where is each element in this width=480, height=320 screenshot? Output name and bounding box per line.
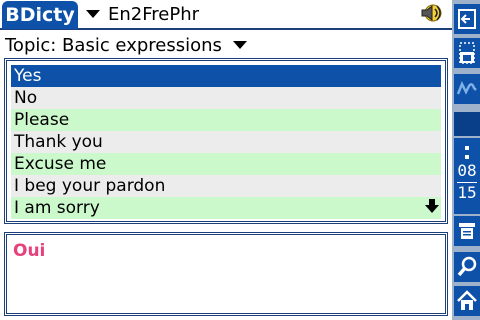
system-bar-divider bbox=[454, 112, 480, 136]
list-item[interactable]: No bbox=[11, 87, 441, 109]
clock-icon bbox=[465, 146, 469, 159]
list-item[interactable]: Please bbox=[11, 109, 441, 131]
clock-minute: 15 bbox=[457, 183, 477, 202]
list-item[interactable]: I beg your pardon bbox=[11, 175, 441, 197]
home-icon bbox=[457, 290, 477, 310]
dictionary-app: BDicty En2FrePhr Topic: Basic expression… bbox=[0, 0, 452, 320]
translation-panel: Oui bbox=[4, 232, 448, 316]
phrase-list-rows: Yes No Please Thank you Excuse me I beg your … bbox=[11, 65, 441, 219]
speaker-icon[interactable] bbox=[418, 2, 444, 26]
chevron-down-icon bbox=[232, 41, 247, 49]
list-item[interactable]: Excuse me bbox=[11, 153, 441, 175]
dictionary-label: En2FrePhr bbox=[108, 3, 200, 25]
home-button[interactable] bbox=[454, 286, 480, 316]
app-window-button[interactable] bbox=[454, 38, 480, 68]
find-icon bbox=[457, 256, 477, 277]
phrase-list[interactable]: Yes No Please Thank you Excuse me I beg your … bbox=[4, 58, 448, 224]
translation-text: Oui bbox=[13, 241, 46, 261]
app-window-icon bbox=[459, 42, 475, 64]
list-item[interactable]: Yes bbox=[11, 65, 441, 87]
topic-select[interactable]: Topic: Basic expressions bbox=[0, 32, 452, 58]
clock-hour: 08 bbox=[457, 161, 477, 180]
exit-icon bbox=[458, 9, 476, 29]
topic-label: Topic: Basic expressions bbox=[5, 34, 222, 56]
chevron-down-icon bbox=[86, 10, 100, 18]
dictionary-select[interactable]: En2FrePhr bbox=[86, 1, 199, 27]
handwriting-icon bbox=[456, 80, 477, 95]
find-button[interactable] bbox=[454, 252, 480, 282]
clock[interactable]: 08 15 bbox=[454, 138, 480, 214]
list-item[interactable]: I am sorry bbox=[11, 197, 441, 219]
menu-icon bbox=[459, 223, 475, 239]
list-item[interactable]: Thank you bbox=[11, 131, 441, 153]
scroll-down-arrow-icon[interactable] bbox=[425, 199, 439, 213]
system-bar: 08 15 bbox=[452, 0, 480, 320]
title-bar: BDicty En2FrePhr bbox=[0, 0, 452, 30]
menu-button[interactable] bbox=[454, 216, 480, 246]
handwriting-button[interactable] bbox=[454, 74, 480, 104]
app-title[interactable]: BDicty bbox=[2, 1, 78, 29]
exit-button[interactable] bbox=[454, 4, 480, 34]
